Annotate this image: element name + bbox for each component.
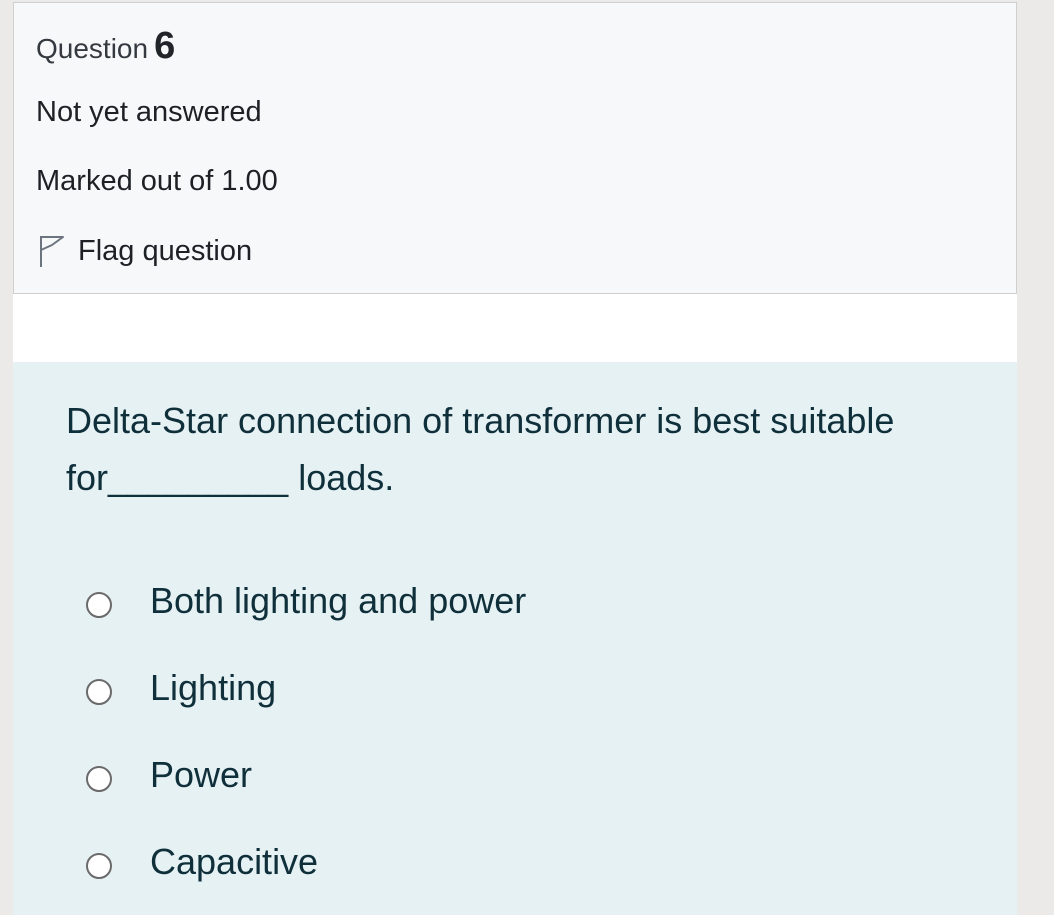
question-info-panel: Question 6 Not yet answered Marked out of… [13, 2, 1017, 294]
question-status: Not yet answered [36, 96, 262, 128]
radio-button-icon[interactable] [86, 765, 112, 792]
question-heading: Question 6 [36, 25, 175, 68]
question-marks: Marked out of 1.00 [36, 165, 278, 197]
answer-option[interactable]: Lighting [86, 644, 526, 731]
answer-option[interactable]: Power [86, 731, 526, 818]
answer-label: Power [150, 753, 253, 795]
answer-option[interactable]: Both lighting and power [86, 557, 526, 644]
flag-icon [40, 236, 64, 267]
answer-options: Both lighting and power Lighting Power C… [86, 557, 526, 905]
radio-button-icon[interactable] [86, 678, 112, 705]
flag-question-label: Flag question [78, 234, 253, 267]
question-content: Delta-Star connection of transformer is … [13, 362, 1017, 915]
spacer [13, 294, 1017, 362]
answer-label: Both lighting and power [150, 579, 527, 621]
answer-label: Lighting [150, 666, 277, 708]
radio-button-icon[interactable] [86, 852, 112, 879]
answer-option[interactable]: Capacitive [86, 818, 526, 905]
radio-button-icon[interactable] [86, 591, 112, 618]
answer-label: Capacitive [150, 840, 319, 882]
question-text: Delta-Star connection of transformer is … [66, 400, 895, 498]
question-number: 6 [154, 25, 176, 67]
quiz-page: Question 6 Not yet answered Marked out of… [0, 0, 1054, 915]
question-label: Question [36, 33, 149, 64]
flag-question-button[interactable]: Flag question [36, 229, 252, 273]
